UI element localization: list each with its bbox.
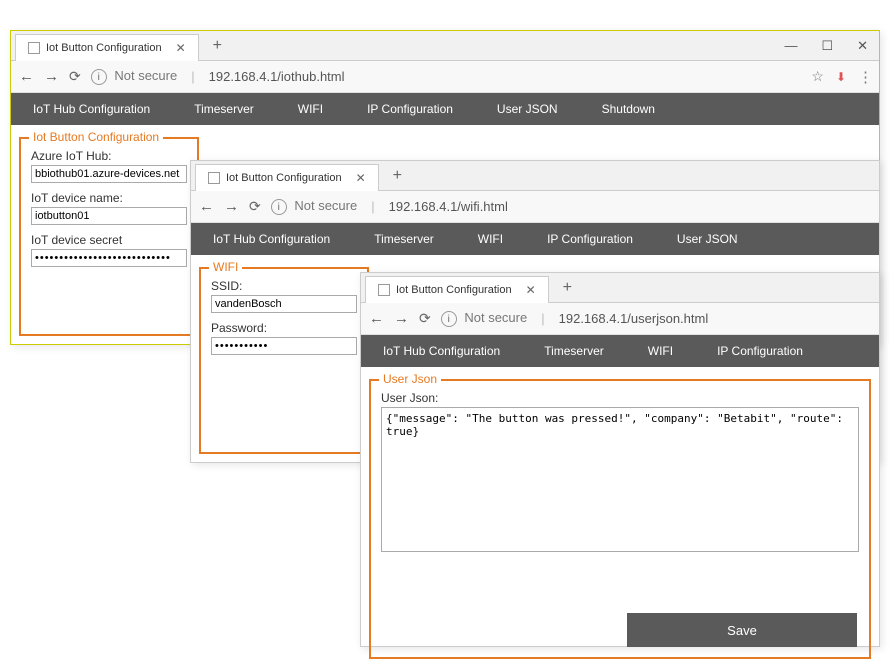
bookmark-icon[interactable]: ☆	[811, 68, 824, 85]
separator: |	[191, 69, 194, 84]
nav-ipconfig[interactable]: IP Configuration	[695, 335, 825, 367]
back-button[interactable]: ←	[199, 198, 214, 215]
info-icon: i	[271, 199, 287, 215]
separator: |	[541, 311, 544, 326]
address-bar: ← → ⟳ i Not secure | 192.168.4.1/wifi.ht…	[191, 191, 879, 223]
tab-iot-button-config[interactable]: Iot Button Configuration ✕	[365, 276, 549, 303]
save-button[interactable]: Save	[627, 613, 857, 647]
label-password: Password:	[211, 321, 357, 335]
tab-title: Iot Button Configuration	[396, 284, 512, 296]
not-secure-label: Not secure	[114, 68, 177, 83]
tab-close-icon[interactable]: ✕	[526, 283, 536, 297]
nav-timeserver[interactable]: Timeserver	[522, 335, 626, 367]
nav-wifi[interactable]: WIFI	[456, 223, 525, 255]
url-text[interactable]: 192.168.4.1/iothub.html	[209, 69, 345, 84]
not-secure-label: Not secure	[464, 310, 527, 325]
url-text[interactable]: 192.168.4.1/userjson.html	[559, 311, 709, 326]
window-controls: — ☐ ✕	[778, 36, 874, 56]
input-azure-iot-hub[interactable]	[31, 165, 187, 183]
textarea-user-json[interactable]	[381, 407, 859, 552]
nav-ipconfig[interactable]: IP Configuration	[525, 223, 655, 255]
security-indicator[interactable]: i Not secure	[441, 310, 528, 328]
nav-timeserver[interactable]: Timeserver	[172, 93, 276, 125]
nav-ipconfig[interactable]: IP Configuration	[345, 93, 475, 125]
address-bar: ← → ⟳ i Not secure | 192.168.4.1/iothub.…	[11, 61, 879, 93]
label-iot-device-name: IoT device name:	[31, 191, 187, 205]
download-icon[interactable]: ⬇	[836, 70, 846, 84]
label-azure-iot-hub: Azure IoT Hub:	[31, 149, 187, 163]
tab-title: Iot Button Configuration	[226, 172, 342, 184]
security-indicator[interactable]: i Not secure	[271, 198, 358, 216]
tab-close-icon[interactable]: ✕	[356, 171, 366, 185]
address-bar-right: ☆ ⬇ ⋮	[811, 68, 871, 86]
fieldset-legend: Iot Button Configuration	[29, 130, 163, 144]
tab-title: Iot Button Configuration	[46, 42, 162, 54]
maximize-icon[interactable]: ☐	[815, 36, 839, 56]
tab-bar: Iot Button Configuration ✕ +	[191, 161, 879, 191]
input-password[interactable]	[211, 337, 357, 355]
tab-iot-button-config[interactable]: Iot Button Configuration ✕	[15, 34, 199, 61]
reload-button[interactable]: ⟳	[69, 68, 81, 85]
separator: |	[371, 199, 374, 214]
nav-shutdown[interactable]: Shutdown	[580, 93, 677, 125]
fieldset-legend: WIFI	[209, 260, 242, 274]
address-bar: ← → ⟳ i Not secure | 192.168.4.1/userjso…	[361, 303, 879, 335]
new-tab-button[interactable]: +	[387, 167, 408, 185]
label-iot-device-secret: IoT device secret	[31, 233, 187, 247]
new-tab-button[interactable]: +	[207, 37, 228, 55]
fieldset-user-json: User Json User Json: Save	[369, 379, 871, 659]
app-nav: IoT Hub Configuration Timeserver WIFI IP…	[11, 93, 879, 125]
tab-close-icon[interactable]: ✕	[176, 41, 186, 55]
tab-bar: Iot Button Configuration ✕ +	[11, 31, 879, 61]
new-tab-button[interactable]: +	[557, 279, 578, 297]
page-icon	[378, 284, 390, 296]
page-icon	[208, 172, 220, 184]
nav-timeserver[interactable]: Timeserver	[352, 223, 456, 255]
forward-button[interactable]: →	[224, 198, 239, 215]
not-secure-label: Not secure	[294, 198, 357, 213]
app-nav: IoT Hub Configuration Timeserver WIFI IP…	[191, 223, 879, 255]
info-icon: i	[91, 69, 107, 85]
browser-window-userjson: Iot Button Configuration ✕ + ← → ⟳ i Not…	[360, 272, 880, 647]
nav-userjson[interactable]: User JSON	[655, 223, 760, 255]
forward-button[interactable]: →	[394, 310, 409, 327]
reload-button[interactable]: ⟳	[419, 310, 431, 327]
tab-bar: Iot Button Configuration ✕ +	[361, 273, 879, 303]
app-nav: IoT Hub Configuration Timeserver WIFI IP…	[361, 335, 879, 367]
fieldset-iot-button-config: Iot Button Configuration Azure IoT Hub: …	[19, 137, 199, 336]
menu-icon[interactable]: ⋮	[858, 68, 871, 86]
label-user-json: User Json:	[381, 391, 859, 405]
input-ssid[interactable]	[211, 295, 357, 313]
security-indicator[interactable]: i Not secure	[91, 68, 178, 86]
nav-wifi[interactable]: WIFI	[276, 93, 345, 125]
back-button[interactable]: ←	[369, 310, 384, 327]
input-iot-device-name[interactable]	[31, 207, 187, 225]
info-icon: i	[441, 311, 457, 327]
nav-iothub[interactable]: IoT Hub Configuration	[361, 335, 522, 367]
label-ssid: SSID:	[211, 279, 357, 293]
nav-userjson[interactable]: User JSON	[475, 93, 580, 125]
forward-button[interactable]: →	[44, 68, 59, 85]
fieldset-wifi: WIFI SSID: Password:	[199, 267, 369, 454]
url-text[interactable]: 192.168.4.1/wifi.html	[389, 199, 508, 214]
tab-iot-button-config[interactable]: Iot Button Configuration ✕	[195, 164, 379, 191]
fieldset-legend: User Json	[379, 372, 441, 386]
minimize-icon[interactable]: —	[778, 36, 803, 56]
nav-iothub[interactable]: IoT Hub Configuration	[11, 93, 172, 125]
page-icon	[28, 42, 40, 54]
close-icon[interactable]: ✕	[851, 36, 874, 56]
nav-wifi[interactable]: WIFI	[626, 335, 695, 367]
back-button[interactable]: ←	[19, 68, 34, 85]
nav-iothub[interactable]: IoT Hub Configuration	[191, 223, 352, 255]
reload-button[interactable]: ⟳	[249, 198, 261, 215]
input-iot-device-secret[interactable]	[31, 249, 187, 267]
